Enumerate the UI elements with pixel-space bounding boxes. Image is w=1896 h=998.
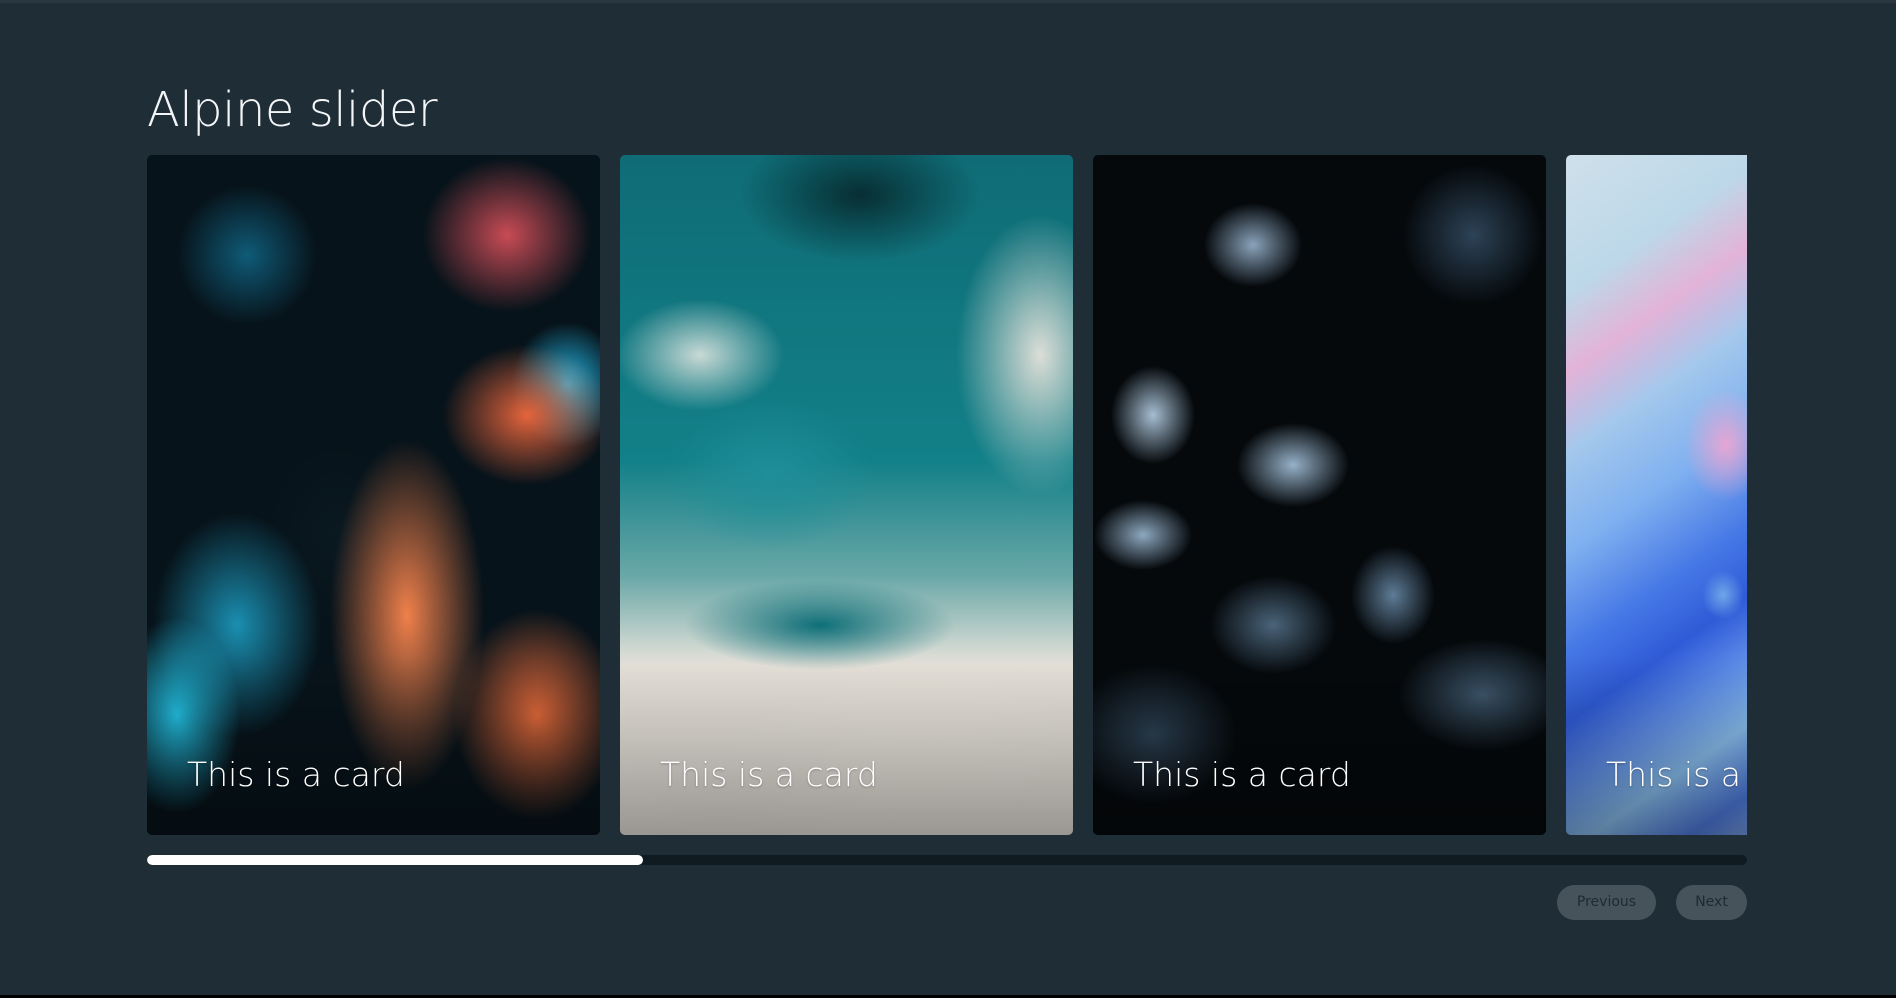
next-button[interactable]: Next [1676,885,1747,920]
slider-viewport[interactable]: This is a card This is a card This is a … [147,155,1747,835]
slider-card-4[interactable]: This is a card [1566,155,1747,835]
card-caption: This is a card [660,755,878,794]
slider-card-2[interactable]: This is a card [620,155,1073,835]
card-caption: This is a card [1133,755,1351,794]
card-caption: This is a card [187,755,405,794]
page-title: Alpine slider [147,82,438,138]
previous-button[interactable]: Previous [1557,885,1656,920]
card-caption: This is a card [1606,755,1747,794]
slider-card-3[interactable]: This is a card [1093,155,1546,835]
slider-card-1[interactable]: This is a card [147,155,600,835]
top-edge [0,0,1896,3]
slider-progress-bar [147,855,1747,865]
slider-progress-fill [147,855,643,865]
slider-track: This is a card This is a card This is a … [147,155,1747,835]
